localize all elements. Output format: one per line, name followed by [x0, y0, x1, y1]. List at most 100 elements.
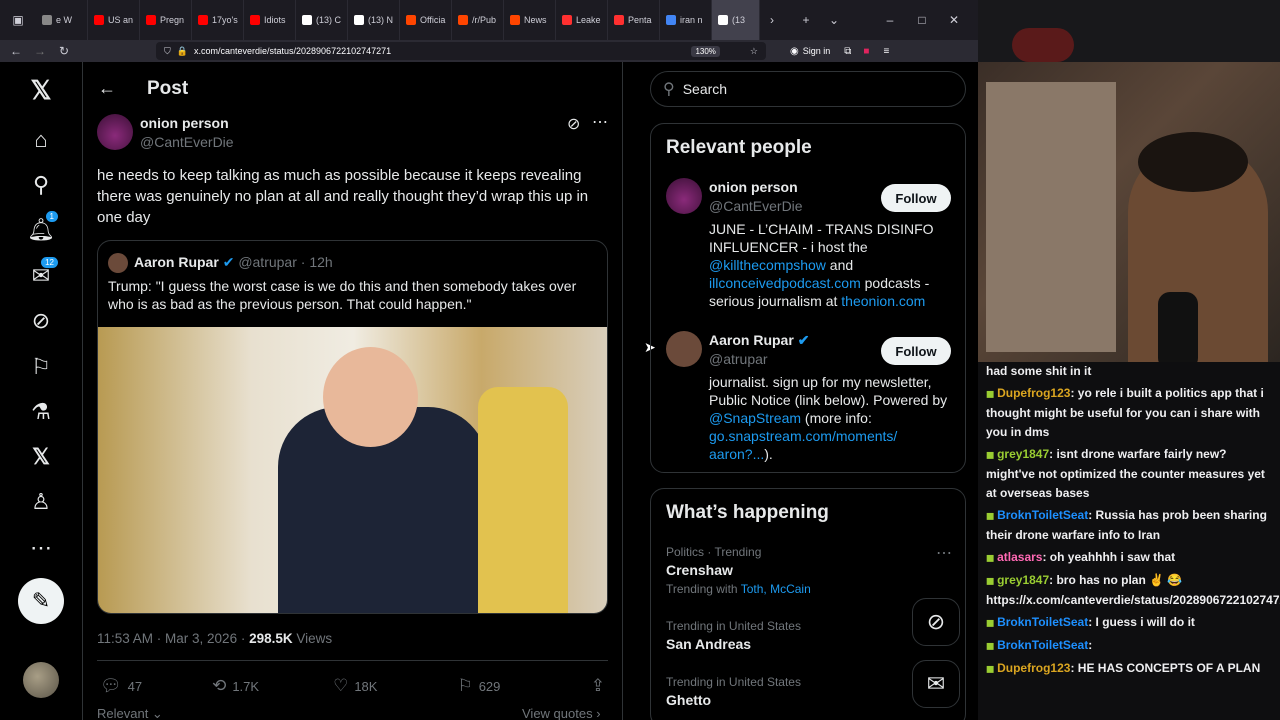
bio-link[interactable]: @SnapStream — [709, 410, 801, 426]
bookmarks-icon[interactable]: ⚐ — [27, 353, 55, 381]
bio-link[interactable]: illconceivedpodcast.com — [709, 275, 861, 291]
menu-icon[interactable]: ≡ — [883, 46, 889, 57]
grok-icon[interactable]: ⊘ — [27, 307, 55, 335]
browser-tab[interactable]: iran n — [660, 0, 712, 40]
new-tab-icon[interactable]: + — [794, 0, 818, 40]
tab-label: /r/Pub — [472, 15, 497, 25]
back-arrow-icon[interactable]: ← — [98, 78, 116, 99]
chat-username[interactable]: atlasars — [997, 550, 1042, 564]
tab-list-icon[interactable]: ⌄ — [822, 0, 846, 40]
browser-tab[interactable]: Idiots — [244, 0, 296, 40]
x-logo-icon[interactable]: 𝕏 — [27, 75, 55, 105]
follow-button[interactable]: Follow — [881, 184, 951, 212]
more-icon[interactable]: ⋯ — [27, 534, 55, 562]
chat-username[interactable]: BroknToiletSeat — [997, 508, 1088, 522]
views-label: Views — [296, 631, 333, 646]
chat-text: : HE HAS CONCEPTS OF A PLAN — [1070, 661, 1261, 675]
follow-button[interactable]: Follow — [881, 337, 951, 365]
browser-tab[interactable]: (13) C — [296, 0, 348, 40]
maximize-icon[interactable]: □ — [910, 0, 934, 40]
browser-tab[interactable]: (13 — [712, 0, 760, 40]
tab-scroll-right-icon[interactable]: › — [760, 0, 784, 40]
browser-tab[interactable]: US an — [88, 0, 140, 40]
my-avatar[interactable] — [23, 662, 59, 698]
person-avatar[interactable] — [666, 178, 702, 214]
person-handle[interactable]: @atrupar — [709, 351, 768, 367]
trend-more-icon[interactable]: ⋯ — [936, 543, 952, 563]
quoted-post[interactable]: Aaron Rupar ✔ @atrupar · 12h Trump: "I g… — [97, 240, 608, 614]
bio-text: ). — [764, 446, 773, 462]
person-handle[interactable]: @CantEverDie — [709, 198, 803, 214]
back-icon[interactable]: ← — [4, 40, 28, 62]
relevant-sort[interactable]: Relevant — [97, 706, 148, 720]
person-name[interactable]: onion person — [709, 179, 798, 195]
bio-link[interactable]: go.snapstream.com/moments/ aaron?... — [709, 428, 897, 462]
view-quotes-link[interactable]: View quotes — [522, 706, 593, 720]
reload-icon[interactable]: ↻ — [52, 40, 76, 62]
forward-icon[interactable]: → — [28, 40, 52, 62]
bio-link[interactable]: @killthecompshow — [709, 257, 826, 273]
signin-label[interactable]: Sign in — [803, 46, 831, 56]
trending-with-links[interactable]: Toth, McCain — [741, 582, 811, 596]
chat-username[interactable]: grey1847 — [997, 447, 1049, 461]
person-avatar[interactable] — [666, 331, 702, 367]
browser-tab[interactable]: Pregn — [140, 0, 192, 40]
extensions-icon[interactable]: ⧉ — [844, 46, 851, 57]
post-more-icon[interactable]: ⋯ — [592, 112, 608, 132]
author-name[interactable]: onion person — [140, 115, 229, 131]
like-icon[interactable]: ♡ — [333, 676, 348, 696]
author-avatar[interactable] — [97, 114, 133, 150]
bookmark-icon[interactable]: ⚐ — [457, 676, 472, 696]
trend-item[interactable]: Politics · Trending Crenshaw Trending with… — [666, 545, 956, 596]
close-window-icon[interactable]: ✕ — [942, 0, 966, 40]
address-bar[interactable]: ⛉ 🔒 x.com/canteverdie/status/20289067221… — [156, 42, 766, 60]
bookmark-star-icon[interactable]: ☆ — [750, 46, 758, 57]
browser-tab[interactable]: /r/Pub — [452, 0, 504, 40]
tab-overview-icon[interactable]: ▣ — [0, 0, 36, 40]
quote-handle: @atrupar — [238, 254, 297, 270]
bio-link[interactable]: theonion.com — [841, 293, 925, 309]
profile-icon[interactable]: ♙ — [27, 488, 55, 516]
reply-icon[interactable]: 💬︎ — [100, 676, 122, 696]
shield-icon[interactable]: ⛉ — [164, 46, 171, 57]
chat-username[interactable]: grey1847 — [997, 573, 1049, 587]
quote-video-thumbnail[interactable] — [98, 327, 607, 613]
person-name[interactable]: Aaron Rupar — [709, 332, 794, 348]
grok-explain-icon[interactable]: ⊘ — [567, 114, 580, 134]
messages-icon[interactable]: ✉ 12 — [27, 256, 59, 290]
chat-badge-icon: ◼ — [986, 389, 998, 400]
share-icon[interactable]: ⇪ — [591, 676, 605, 696]
browser-tab[interactable]: e W — [36, 0, 88, 40]
chat-username[interactable]: Dupefrog123 — [997, 661, 1070, 675]
zoom-level[interactable]: 130% — [691, 45, 720, 57]
browser-tab[interactable]: News — [504, 0, 556, 40]
author-handle[interactable]: @CantEverDie — [140, 134, 234, 150]
notifications-icon[interactable]: 🔔︎ 1 — [27, 210, 59, 244]
minimize-icon[interactable]: – — [878, 0, 902, 40]
messages-float-button[interactable]: ✉ — [912, 660, 960, 708]
browser-tab[interactable]: Penta — [608, 0, 660, 40]
browser-tab[interactable]: 17yo's — [192, 0, 244, 40]
chat-username[interactable]: Dupefrog123 — [997, 386, 1070, 400]
browser-tab[interactable]: Officia — [400, 0, 452, 40]
tab-favicon-icon — [354, 15, 364, 25]
account-icon[interactable]: ◉ — [790, 46, 799, 57]
grok-float-button[interactable]: ⊘ — [912, 598, 960, 646]
chat-username[interactable]: BroknToiletSeat — [997, 638, 1088, 652]
search-box[interactable]: ⚲ Search — [650, 71, 966, 107]
chat-username[interactable]: BroknToiletSeat — [997, 615, 1088, 629]
bio-text: (more info: — [801, 410, 872, 426]
explore-search-icon[interactable]: ⚲ — [27, 171, 55, 199]
home-icon[interactable]: ⌂ — [27, 126, 55, 154]
repost-icon[interactable]: ⟲ — [212, 676, 226, 696]
browser-tab[interactable]: Leake — [556, 0, 608, 40]
bio-text: JUNE - L’CHAIM - TRANS DISINFO INFLUENCE… — [709, 221, 934, 255]
compose-post-button[interactable]: ✎ — [18, 578, 64, 624]
post-timestamp[interactable]: 11:53 AM · Mar 3, 2026 · — [97, 631, 245, 646]
browser-tab[interactable]: (13) N — [348, 0, 400, 40]
premium-x-icon[interactable]: 𝕏 — [27, 443, 55, 471]
jobs-icon[interactable]: ⚗ — [27, 398, 55, 426]
quote-time: · 12h — [300, 254, 333, 270]
tab-label: 17yo's — [212, 15, 238, 25]
extension-badge-icon[interactable]: ■ — [863, 46, 869, 57]
